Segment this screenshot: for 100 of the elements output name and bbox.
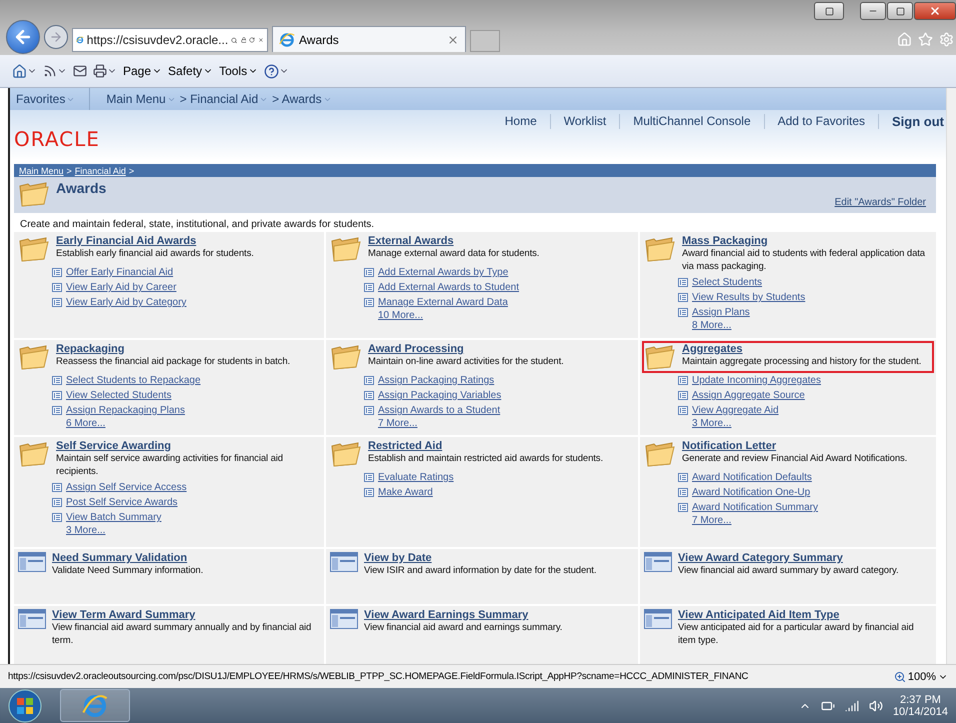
command-menu[interactable]: Safety bbox=[168, 64, 214, 78]
menu-dropdown[interactable]: > Awards bbox=[270, 88, 334, 110]
component-link[interactable]: Post Self Service Awards bbox=[66, 497, 178, 508]
component-link[interactable]: View Selected Students bbox=[66, 390, 172, 401]
signal-icon[interactable] bbox=[844, 698, 859, 712]
folder-title-link[interactable]: View by Date bbox=[364, 552, 634, 564]
mail-button[interactable] bbox=[73, 64, 87, 78]
print-button[interactable] bbox=[93, 64, 117, 78]
component-link[interactable]: Assign Plans bbox=[692, 307, 750, 318]
forward-button[interactable] bbox=[44, 25, 68, 49]
header-link[interactable]: Worklist bbox=[550, 114, 620, 129]
folder-title-link[interactable]: Restricted Aid bbox=[368, 440, 634, 452]
list-icon bbox=[52, 376, 62, 385]
list-icon bbox=[52, 268, 62, 277]
more-link[interactable]: 10 More... bbox=[378, 310, 424, 321]
folder-title-link[interactable]: Notification Letter bbox=[682, 440, 932, 452]
menu-dropdown[interactable]: Main Menu bbox=[104, 88, 178, 110]
window-icon bbox=[644, 552, 672, 572]
breadcrumb-link[interactable]: Financial Aid bbox=[74, 166, 126, 176]
list-icon bbox=[678, 308, 688, 317]
component-link[interactable]: Add External Awards to Student bbox=[378, 282, 520, 293]
header-link[interactable]: MultiChannel Console bbox=[619, 114, 764, 129]
more-link[interactable]: 3 More... bbox=[692, 418, 732, 429]
component-link[interactable]: Offer Early Financial Aid bbox=[66, 267, 174, 278]
close-icon[interactable] bbox=[447, 34, 459, 46]
mail-icon bbox=[73, 64, 87, 78]
component-link[interactable]: Assign Aggregate Source bbox=[692, 390, 805, 401]
ie-icon bbox=[82, 692, 108, 718]
more-link[interactable]: 6 More... bbox=[66, 418, 106, 429]
component-link[interactable]: Make Award bbox=[378, 487, 433, 498]
menu-dropdown[interactable]: > Financial Aid bbox=[178, 88, 270, 110]
close-button[interactable] bbox=[914, 2, 956, 20]
more-link[interactable]: 3 More... bbox=[66, 525, 106, 536]
header-link[interactable]: Home bbox=[492, 114, 550, 129]
folder-title-link[interactable]: External Awards bbox=[368, 235, 634, 247]
back-button[interactable] bbox=[6, 20, 40, 54]
list-icon bbox=[678, 293, 688, 302]
page-title: Awards bbox=[56, 180, 106, 196]
home-button[interactable] bbox=[12, 64, 37, 78]
folder-title-link[interactable]: Self Service Awarding bbox=[56, 440, 320, 452]
component-link[interactable]: Award Notification Defaults bbox=[692, 472, 812, 483]
help-button[interactable] bbox=[264, 64, 290, 78]
component-link[interactable]: Award Notification One-Up bbox=[692, 487, 810, 498]
more-link[interactable]: 7 More... bbox=[692, 515, 732, 526]
component-link[interactable]: Award Notification Summary bbox=[692, 502, 818, 513]
command-menu[interactable]: Tools bbox=[219, 64, 258, 78]
component-link[interactable]: Select Students to Repackage bbox=[66, 375, 201, 386]
list-icon bbox=[364, 283, 374, 292]
folder-title-link[interactable]: Aggregates bbox=[682, 343, 932, 355]
component-link[interactable]: View Aggregate Aid bbox=[692, 405, 779, 416]
component-link[interactable]: Assign Packaging Variables bbox=[378, 390, 502, 401]
component-link[interactable]: Assign Awards to a Student bbox=[378, 405, 500, 416]
breadcrumb-link[interactable]: Main Menu bbox=[19, 166, 64, 176]
window-icon bbox=[330, 552, 358, 572]
component-link[interactable]: Assign Self Service Access bbox=[66, 482, 187, 493]
minimize-button[interactable] bbox=[860, 2, 886, 20]
volume-icon[interactable] bbox=[868, 698, 883, 712]
feed-button[interactable] bbox=[43, 64, 67, 78]
maximize-button[interactable] bbox=[887, 2, 913, 20]
header-link[interactable]: Add to Favorites bbox=[764, 114, 878, 129]
component-link[interactable]: View Batch Summary bbox=[66, 512, 162, 523]
folder-title-link[interactable]: View Anticipated Aid Item Type bbox=[678, 609, 932, 621]
folder-title-link[interactable]: Award Processing bbox=[368, 343, 634, 355]
command-menu[interactable]: Page bbox=[123, 64, 162, 78]
folder-icon bbox=[330, 235, 362, 263]
star-icon[interactable] bbox=[918, 32, 933, 47]
browser-tab[interactable]: Awards bbox=[272, 26, 466, 52]
clock[interactable]: 2:37 PM 10/14/2014 bbox=[892, 694, 948, 718]
component-link[interactable]: Evaluate Ratings bbox=[378, 472, 454, 483]
scrollbar[interactable] bbox=[946, 88, 956, 664]
more-link[interactable]: 8 More... bbox=[692, 320, 732, 331]
folder-title-link[interactable]: Repackaging bbox=[56, 343, 320, 355]
more-link[interactable]: 7 More... bbox=[378, 418, 418, 429]
folder-title-link[interactable]: View Award Category Summary bbox=[678, 552, 932, 564]
folder-title-link[interactable]: View Award Earnings Summary bbox=[364, 609, 634, 621]
folder-description: Maintain aggregate processing and history for the student. bbox=[682, 355, 922, 368]
address-field[interactable]: https://csisuvdev2.oracle... bbox=[72, 28, 268, 52]
folder-title-link[interactable]: Mass Packaging bbox=[682, 235, 932, 247]
print-icon bbox=[93, 64, 107, 78]
start-button[interactable] bbox=[8, 688, 42, 722]
folder-description: Validate Need Summary information. bbox=[52, 564, 204, 577]
component-link[interactable]: Manage External Award Data bbox=[378, 297, 508, 308]
list-icon bbox=[52, 406, 62, 415]
folder-title-link[interactable]: View Term Award Summary bbox=[52, 609, 320, 621]
folder-title-link[interactable]: Early Financial Aid Awards bbox=[56, 235, 320, 247]
keyboard-button[interactable] bbox=[814, 2, 844, 20]
component-link[interactable]: Select Students bbox=[692, 277, 762, 288]
edit-folder-link[interactable]: Edit "Awards" Folder bbox=[834, 197, 926, 208]
folder-description: Reassess the financial aid package for students in batch. bbox=[56, 355, 292, 368]
zoom-control[interactable]: 100% bbox=[894, 670, 948, 682]
component-link[interactable]: Assign Repackaging Plans bbox=[66, 405, 185, 416]
list-icon bbox=[364, 268, 374, 277]
folder-title-link[interactable]: Need Summary Validation bbox=[52, 552, 320, 564]
component-link[interactable]: Update Incoming Aggregates bbox=[692, 375, 821, 386]
list-icon bbox=[678, 406, 688, 415]
component-link[interactable]: View Results by Students bbox=[692, 292, 806, 303]
component-link[interactable]: View Early Aid by Category bbox=[66, 297, 186, 308]
component-link[interactable]: Add External Awards by Type bbox=[378, 267, 508, 278]
component-link[interactable]: Assign Packaging Ratings bbox=[378, 375, 494, 386]
component-link[interactable]: View Early Aid by Career bbox=[66, 282, 176, 293]
